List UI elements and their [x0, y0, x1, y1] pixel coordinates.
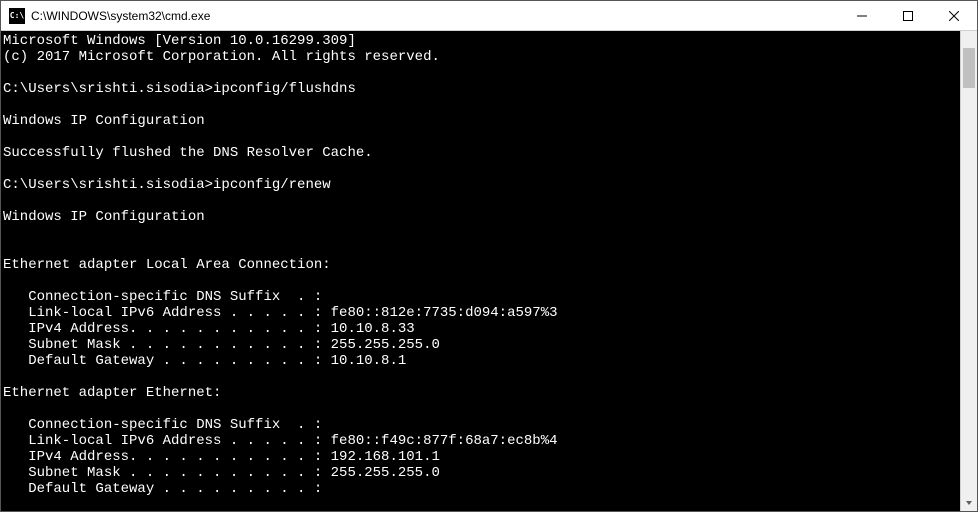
- terminal-line: Windows IP Configuration: [1, 113, 960, 129]
- terminal-line: [1, 369, 960, 385]
- terminal-line: Microsoft Windows [Version 10.0.16299.30…: [1, 33, 960, 49]
- terminal-line: (c) 2017 Microsoft Corporation. All righ…: [1, 49, 960, 65]
- terminal-line: IPv4 Address. . . . . . . . . . . : 10.1…: [1, 321, 960, 337]
- terminal-line: C:\Users\srishti.sisodia>ipconfig/renew: [1, 177, 960, 193]
- terminal-line: [1, 65, 960, 81]
- terminal-line: [1, 161, 960, 177]
- close-button[interactable]: [931, 1, 977, 30]
- terminal-line: Link-local IPv6 Address . . . . . : fe80…: [1, 433, 960, 449]
- terminal-line: [1, 97, 960, 113]
- terminal-line: [1, 225, 960, 241]
- minimize-button[interactable]: [839, 1, 885, 30]
- terminal-line: Windows IP Configuration: [1, 209, 960, 225]
- terminal-line: Connection-specific DNS Suffix . :: [1, 289, 960, 305]
- terminal-line: [1, 193, 960, 209]
- scrollbar-track[interactable]: [961, 48, 977, 494]
- terminal-line: Subnet Mask . . . . . . . . . . . : 255.…: [1, 465, 960, 481]
- scrollbar-thumb[interactable]: [963, 48, 975, 88]
- terminal-line: Ethernet adapter Ethernet:: [1, 385, 960, 401]
- terminal-line: [1, 273, 960, 289]
- terminal[interactable]: Microsoft Windows [Version 10.0.16299.30…: [1, 31, 977, 511]
- cmd-icon: C:\: [9, 8, 25, 24]
- terminal-line: Default Gateway . . . . . . . . . : 10.1…: [1, 353, 960, 369]
- terminal-line: [1, 241, 960, 257]
- titlebar[interactable]: C:\ C:\WINDOWS\system32\cmd.exe: [1, 1, 977, 31]
- terminal-line: Default Gateway . . . . . . . . . :: [1, 481, 960, 497]
- maximize-button[interactable]: [885, 1, 931, 30]
- scrollbar[interactable]: [960, 31, 977, 511]
- terminal-line: C:\Users\srishti.sisodia>ipconfig/flushd…: [1, 81, 960, 97]
- terminal-line: [1, 129, 960, 145]
- cmd-window: C:\ C:\WINDOWS\system32\cmd.exe Microsof…: [0, 0, 978, 512]
- terminal-line: Successfully flushed the DNS Resolver Ca…: [1, 145, 960, 161]
- window-controls: [839, 1, 977, 30]
- terminal-line: Subnet Mask . . . . . . . . . . . : 255.…: [1, 337, 960, 353]
- terminal-line: IPv4 Address. . . . . . . . . . . : 192.…: [1, 449, 960, 465]
- scroll-down-arrow-icon[interactable]: [961, 494, 977, 511]
- terminal-line: Ethernet adapter Local Area Connection:: [1, 257, 960, 273]
- terminal-line: [1, 401, 960, 417]
- terminal-line: Connection-specific DNS Suffix . :: [1, 417, 960, 433]
- window-title: C:\WINDOWS\system32\cmd.exe: [31, 9, 839, 23]
- terminal-line: Link-local IPv6 Address . . . . . : fe80…: [1, 305, 960, 321]
